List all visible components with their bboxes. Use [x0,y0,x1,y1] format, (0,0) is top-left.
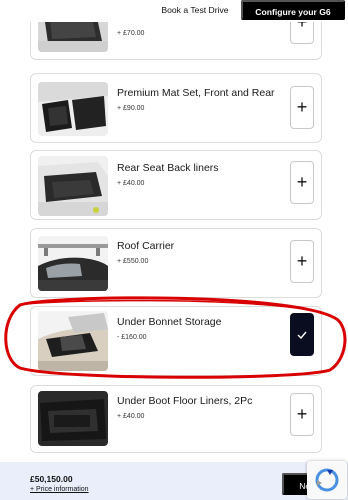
selected-toggle-button[interactable] [290,313,314,356]
total-price: £50,150.00 [30,474,73,484]
accessory-price: + £550.00 [117,258,149,265]
add-button[interactable]: + [290,393,314,436]
add-button[interactable]: + [290,240,314,283]
accessory-card[interactable]: Roof Carrier + £550.00 + [30,228,322,298]
accessory-title: Rear Seat Back liners [117,162,219,174]
accessory-price: - £160.00 [117,334,147,341]
accessory-thumbnail [38,156,108,216]
accessory-card[interactable]: Rear Seat Back liners + £40.00 + [30,150,322,220]
accessory-price: + £40.00 [117,180,145,187]
accessory-card[interactable]: Premium Mat Set, Front and Rear + £90.00… [30,73,322,143]
book-test-drive-button[interactable]: Book a Test Drive [153,0,237,20]
accessory-thumbnail [38,391,108,446]
check-icon [297,331,307,339]
add-button[interactable]: + [290,161,314,204]
add-button[interactable]: + [290,86,314,129]
plus-icon: + [296,251,308,271]
accessory-price: + £90.00 [117,105,145,112]
accessory-thumbnail [38,311,108,371]
accessory-title: Roof Carrier [117,240,175,252]
accessory-title: Under Boot Floor Liners, 2Pc [117,395,253,407]
accessory-card-selected[interactable]: Under Bonnet Storage - £160.00 [30,306,322,376]
recaptcha-icon [315,468,339,492]
accessory-list: + £70.00 + Premium Mat Set, Front and Re… [0,0,348,500]
accessory-thumbnail [38,236,108,291]
accessory-price: + £40.00 [117,413,145,420]
plus-icon: + [296,404,308,424]
plus-icon: + [296,172,308,192]
recaptcha-badge[interactable] [307,461,347,499]
accessory-price: + £70.00 [117,30,145,37]
configure-button[interactable]: Configure your G6 [241,0,345,20]
accessory-title: Premium Mat Set, Front and Rear [117,87,275,99]
accessory-thumbnail [38,82,108,136]
price-information-link[interactable]: + Price information [30,486,89,493]
plus-icon: + [296,97,308,117]
accessory-card[interactable]: Under Boot Floor Liners, 2Pc + £40.00 + [30,385,322,453]
accessory-title: Under Bonnet Storage [117,316,222,328]
top-bar: Book a Test Drive Configure your G6 [0,0,348,22]
